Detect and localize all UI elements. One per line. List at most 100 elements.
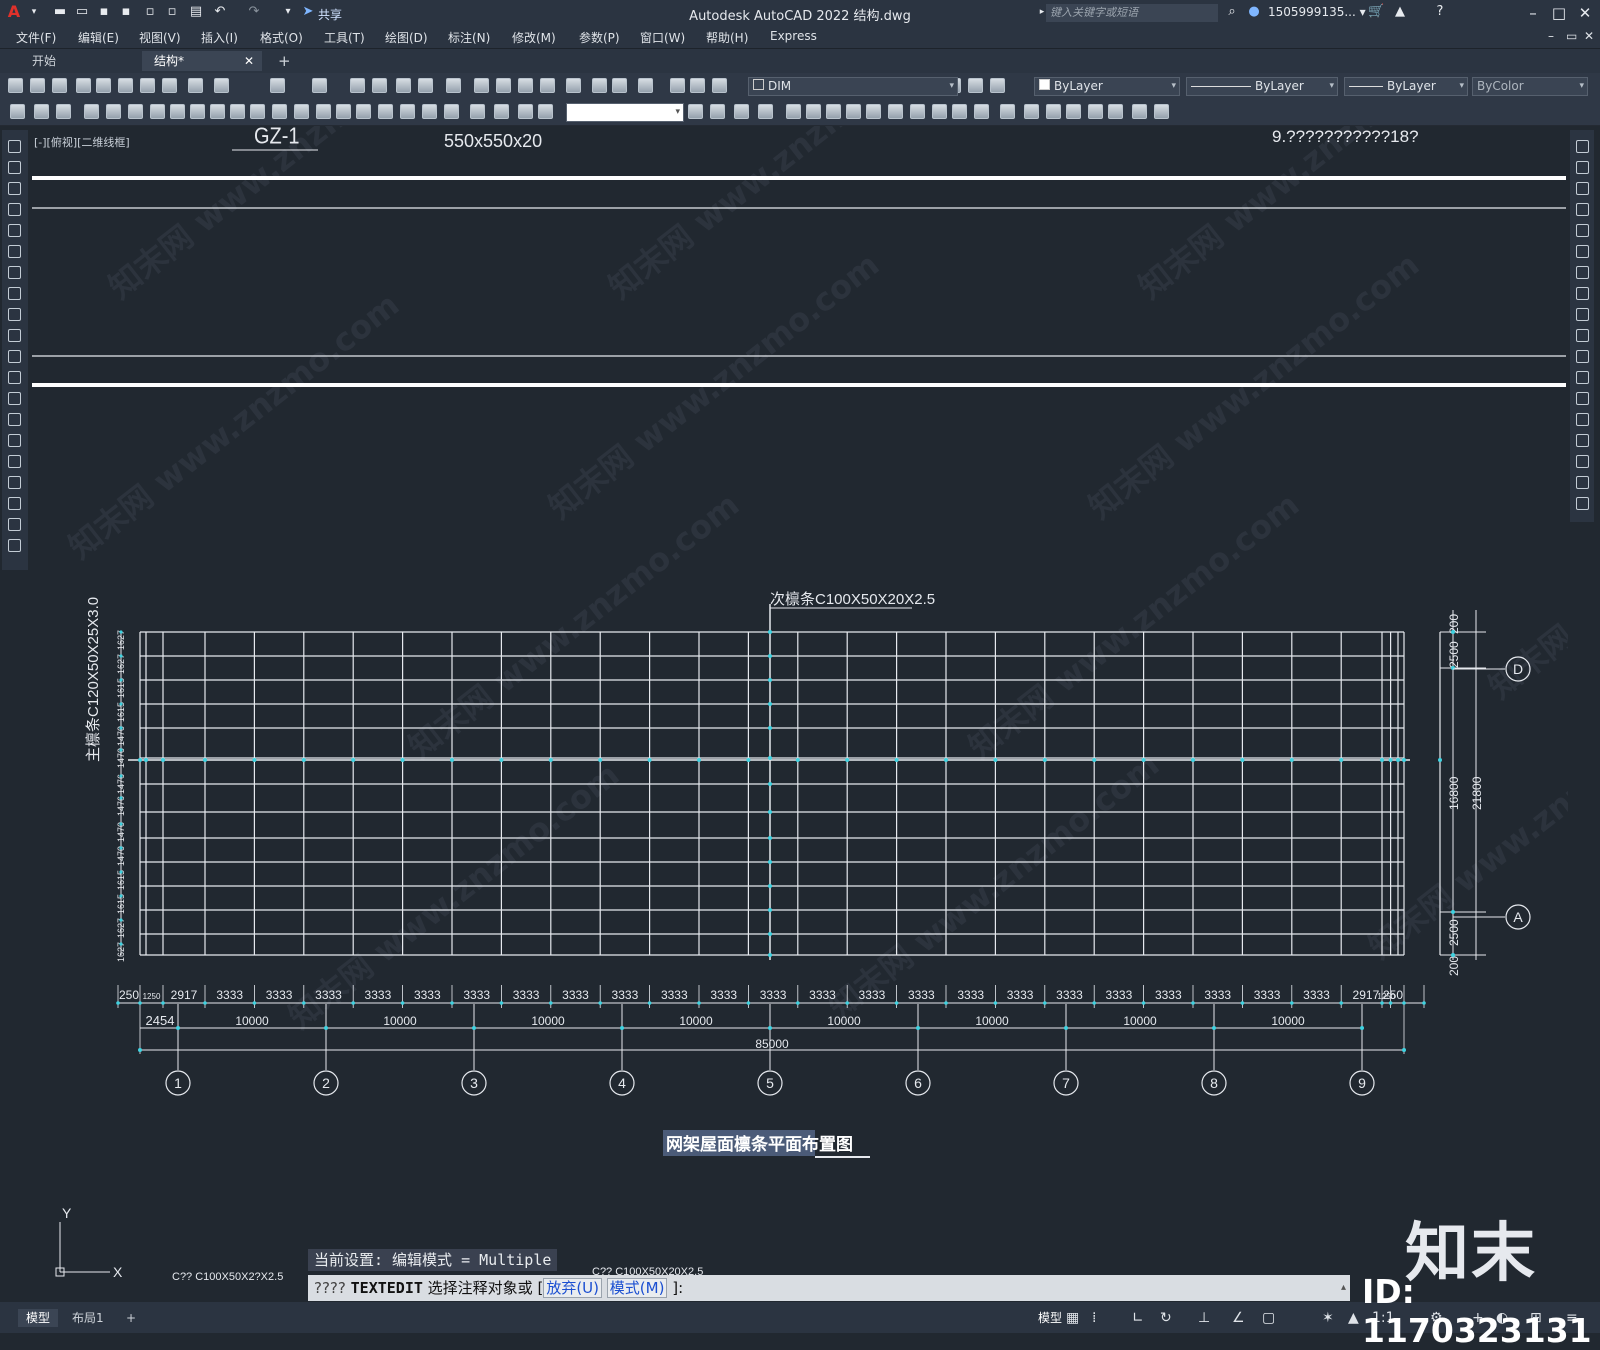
modify-tool-1-icon[interactable] <box>1576 140 1589 153</box>
toolbar-tool-12-icon[interactable] <box>312 78 327 93</box>
dimstyle-combo[interactable]: DIM ▾ <box>748 77 958 96</box>
tab-start[interactable]: 开始 <box>20 51 138 71</box>
modify-tool-3-icon[interactable] <box>1576 182 1589 195</box>
modify-tool-12-icon[interactable] <box>1576 371 1589 384</box>
draw-tool-18-icon[interactable] <box>8 497 21 510</box>
toolbar-tool-32-icon[interactable] <box>826 104 841 119</box>
toolbar-tool-18-icon[interactable] <box>474 78 489 93</box>
toolbar-tool-9-icon[interactable] <box>188 78 203 93</box>
share-icon[interactable]: ➤ <box>300 4 316 20</box>
draw-tool-16-icon[interactable] <box>8 455 21 468</box>
autodesk-a-icon[interactable]: ▲ <box>1392 4 1408 20</box>
toolbar-tool-27-icon[interactable] <box>690 78 705 93</box>
viewport-controls[interactable]: [-][俯视][二维线框] <box>34 134 130 150</box>
menu-draw[interactable]: 绘图(D) <box>385 29 428 46</box>
doc-close-icon[interactable]: ✕ <box>1584 29 1594 43</box>
menu-express[interactable]: Express <box>770 29 817 43</box>
menu-tools[interactable]: 工具(T) <box>324 29 365 46</box>
modify-tool-7-icon[interactable] <box>1576 266 1589 279</box>
redo-icon[interactable]: ↷ <box>246 4 262 20</box>
save-web-icon[interactable]: ▫ <box>164 4 180 20</box>
autocad-logo-icon[interactable]: A <box>6 4 22 20</box>
draw-tool-13-icon[interactable] <box>8 392 21 405</box>
modify-tool-14-icon[interactable] <box>1576 413 1589 426</box>
toolbar-tool-45-icon[interactable] <box>1108 104 1123 119</box>
toolbar-tool-8-icon[interactable] <box>170 104 185 119</box>
toolbar-tool-21-icon[interactable] <box>444 104 459 119</box>
menu-insert[interactable]: 插入(I) <box>201 29 238 46</box>
toolbar-tool-20-icon[interactable] <box>422 104 437 119</box>
toolbar-tool-39-icon[interactable] <box>974 104 989 119</box>
toolbar-tool-13-icon[interactable] <box>350 78 365 93</box>
draw-tool-14-icon[interactable] <box>8 413 21 426</box>
menu-modify[interactable]: 修改(M) <box>512 29 556 46</box>
save-icon[interactable]: ▪ <box>96 4 112 20</box>
toolbar-tool-31-icon[interactable] <box>990 78 1005 93</box>
add-layout-button[interactable]: + <box>118 1309 144 1327</box>
snap-icon[interactable]: ⁞ <box>1092 1310 1096 1326</box>
toolbar-tool-30-icon[interactable] <box>786 104 801 119</box>
toolbar-tool-4-icon[interactable] <box>76 78 91 93</box>
doc-restore-icon[interactable]: ▭ <box>1566 29 1577 43</box>
menu-help[interactable]: 帮助(H) <box>706 29 748 46</box>
toolbar-tool-24-icon[interactable] <box>612 78 627 93</box>
toolbar-tool-37-icon[interactable] <box>932 104 947 119</box>
menu-view[interactable]: 视图(V) <box>139 29 181 46</box>
share-label[interactable]: 共享 <box>318 6 342 23</box>
draw-tool-9-icon[interactable] <box>8 308 21 321</box>
toolbar-tool-3-icon[interactable] <box>56 104 71 119</box>
save-as-icon[interactable]: ▪ <box>118 4 134 20</box>
isodraft-icon[interactable]: ⊥ <box>1198 1310 1210 1326</box>
toolbar-tool-7-icon[interactable] <box>140 78 155 93</box>
toolbar-tool-19-icon[interactable] <box>496 78 511 93</box>
draw-tool-1-icon[interactable] <box>8 140 21 153</box>
open-file-icon[interactable]: ▭ <box>74 4 90 20</box>
toolbar-tool-23-icon[interactable] <box>494 104 509 119</box>
annotation-autoscale-icon[interactable]: ▲ <box>1348 1310 1359 1326</box>
toolbar-tool-9-icon[interactable] <box>190 104 205 119</box>
toolbar-tool-12-icon[interactable] <box>250 104 265 119</box>
toolbar-tool-27-icon[interactable] <box>710 104 725 119</box>
toolbar-tool-34-icon[interactable] <box>866 104 881 119</box>
app-menu-chevron-icon[interactable]: ▾ <box>26 4 42 20</box>
minimize-button[interactable]: – <box>1520 2 1546 24</box>
toolbar-tool-44-icon[interactable] <box>1088 104 1103 119</box>
menu-window[interactable]: 窗口(W) <box>640 29 685 46</box>
toolbar-tool-2-icon[interactable] <box>34 104 49 119</box>
draw-tool-7-icon[interactable] <box>8 266 21 279</box>
osnap-icon[interactable]: ▢ <box>1262 1310 1275 1326</box>
toolbar-tool-33-icon[interactable] <box>846 104 861 119</box>
toolbar-tool-11-icon[interactable] <box>270 78 285 93</box>
toolbar-tool-25-icon[interactable] <box>538 104 553 119</box>
toolbar-tool-25-icon[interactable] <box>638 78 653 93</box>
lineweight-combo[interactable]: ByLayer ▾ <box>1344 77 1468 96</box>
search-input[interactable]: 键入关键字或短语 <box>1046 4 1218 22</box>
toolbar-tool-17-icon[interactable] <box>356 104 371 119</box>
draw-tool-10-icon[interactable] <box>8 329 21 342</box>
plotstyle-combo[interactable]: ByColor ▾ <box>1472 77 1588 96</box>
modify-tool-13-icon[interactable] <box>1576 392 1589 405</box>
toolbar-tool-6-icon[interactable] <box>118 78 133 93</box>
toolbar-tool-18-icon[interactable] <box>378 104 393 119</box>
toolbar-tool-35-icon[interactable] <box>888 104 903 119</box>
toolbar-tool-6-icon[interactable] <box>128 104 143 119</box>
modify-tool-16-icon[interactable] <box>1576 455 1589 468</box>
osnap-track-icon[interactable]: ∠ <box>1232 1310 1245 1326</box>
toolbar-tool-21-icon[interactable] <box>540 78 555 93</box>
grid-icon[interactable]: ▦ <box>1066 1310 1079 1326</box>
plot-icon[interactable]: ▤ <box>188 4 204 20</box>
toolbar-tool-4-icon[interactable] <box>84 104 99 119</box>
modify-tool-10-icon[interactable] <box>1576 329 1589 342</box>
menu-parametric[interactable]: 参数(P) <box>579 29 620 46</box>
draw-tool-20-icon[interactable] <box>8 539 21 552</box>
command-line[interactable]: ???? TEXTEDIT 选择注释对象或 [放弃(U) 模式(M) ]: ▴ <box>308 1275 1350 1301</box>
maximize-button[interactable]: □ <box>1546 2 1572 24</box>
tab-structure[interactable]: 结构* ✕ <box>142 51 262 71</box>
close-button[interactable]: ✕ <box>1572 2 1598 24</box>
undo-icon[interactable]: ↶ <box>212 4 228 20</box>
color-combo[interactable]: ByLayer ▾ <box>1034 77 1180 96</box>
open-web-icon[interactable]: ▫ <box>142 4 158 20</box>
toolbar-tool-10-icon[interactable] <box>210 104 225 119</box>
draw-tool-2-icon[interactable] <box>8 161 21 174</box>
ortho-icon[interactable]: ∟ <box>1132 1310 1144 1326</box>
